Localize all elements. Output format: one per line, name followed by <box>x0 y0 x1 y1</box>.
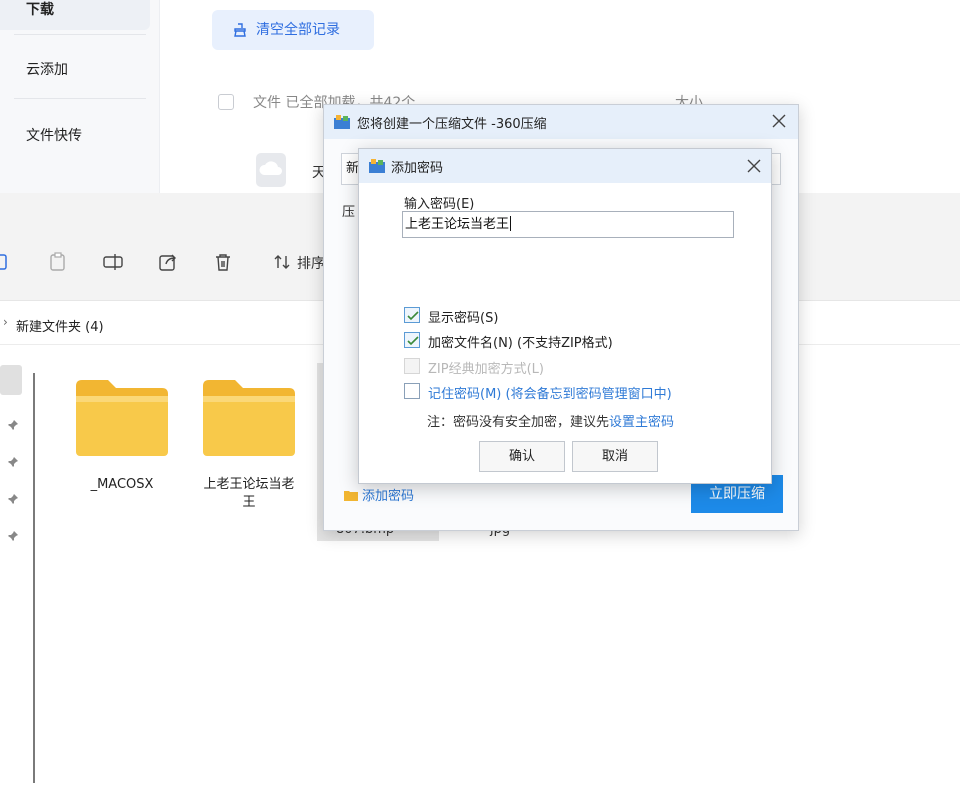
set-master-password-link[interactable]: 设置主密码 <box>609 415 674 430</box>
pin-icon <box>8 420 18 430</box>
encrypt-filenames-checkbox[interactable] <box>404 332 420 348</box>
close-icon[interactable] <box>770 112 788 130</box>
sidebar-item-download[interactable]: 下载 <box>0 0 150 30</box>
checkmark-icon <box>407 311 419 321</box>
password-input[interactable]: 上老王论坛当老王 <box>402 211 734 238</box>
folder-icon <box>203 380 295 456</box>
pin-icon <box>8 457 18 467</box>
show-password-checkbox[interactable] <box>404 307 420 323</box>
sort-icon <box>274 255 290 269</box>
add-password-label: 添加密码 <box>362 489 415 504</box>
download-sidebar: 下载 云添加 文件快传 <box>0 0 160 195</box>
folder-item[interactable]: _MACOSX <box>71 378 173 494</box>
cut-icon[interactable] <box>0 251 14 273</box>
sidebar-divider <box>14 34 146 35</box>
sidebar-item-file-transfer[interactable]: 文件快传 <box>0 116 150 156</box>
folder-icon <box>76 380 168 456</box>
nav-scrollbar[interactable] <box>33 373 35 783</box>
clear-all-records-button[interactable]: 清空全部记录 <box>212 10 374 50</box>
remember-password-label[interactable]: 记住密码(M) (将会备忘到密码管理窗口中) <box>428 383 672 402</box>
sidebar-divider <box>14 98 146 99</box>
remember-password-checkbox[interactable] <box>404 383 420 399</box>
pin-icon <box>8 531 18 541</box>
pin-icon <box>8 494 18 504</box>
navigation-pane <box>0 353 40 787</box>
confirm-button[interactable]: 确认 <box>479 441 565 472</box>
password-note-text: 注：密码没有安全加密，建议先 <box>427 415 610 430</box>
text-caret <box>510 216 512 231</box>
zip-classic-label: ZIP经典加密方式(L) <box>428 362 544 377</box>
add-password-dialog: 添加密码 输入密码(E) 上老王论坛当老王 显示密码(S) 加密文件名(N) (… <box>358 148 772 484</box>
rename-icon[interactable] <box>102 251 124 273</box>
paste-icon[interactable] <box>47 251 69 273</box>
encrypt-filenames-label: 加密文件名(N) (不支持ZIP格式) <box>428 336 613 351</box>
clear-all-records-label: 清空全部记录 <box>256 22 340 38</box>
folder-item[interactable]: 上老王论坛当老王 <box>198 378 300 512</box>
sidebar-item-cloud-add[interactable]: 云添加 <box>0 50 150 90</box>
folder-label: _MACOSX <box>90 477 154 492</box>
chevron-right-icon: › <box>3 315 8 329</box>
address-path: 新建文件夹 (4) <box>16 320 104 335</box>
password-value: 上老王论坛当老王 <box>405 217 510 232</box>
delete-icon[interactable] <box>212 251 234 273</box>
compress-dialog-titlebar[interactable]: 您将创建一个压缩文件 -360压缩 <box>324 105 798 139</box>
show-password-label: 显示密码(S) <box>428 311 499 326</box>
broom-icon <box>234 23 246 37</box>
archive-app-icon <box>369 159 385 173</box>
cloud-file-icon <box>256 153 286 187</box>
checkmark-icon <box>407 336 419 346</box>
cancel-button[interactable]: 取消 <box>572 441 658 472</box>
archive-app-icon <box>334 115 350 129</box>
compress-field-label: 压 <box>342 205 356 220</box>
close-icon[interactable] <box>745 157 763 175</box>
select-all-checkbox[interactable] <box>218 94 234 110</box>
password-dialog-titlebar[interactable]: 添加密码 <box>359 149 771 183</box>
folder-lock-icon <box>344 491 358 501</box>
nav-selected-item[interactable] <box>0 365 22 395</box>
password-dialog-title: 添加密码 <box>391 161 444 176</box>
zip-classic-checkbox <box>404 358 420 374</box>
compress-dialog-title: 您将创建一个压缩文件 -360压缩 <box>357 117 547 132</box>
sort-label: 排序 <box>297 256 325 272</box>
password-input-label: 输入密码(E) <box>404 197 475 212</box>
password-note: 注：密码没有安全加密，建议先设置主密码 <box>427 411 674 430</box>
share-icon[interactable] <box>157 251 179 273</box>
folder-label: 上老王论坛当老王 <box>203 477 295 510</box>
sort-button[interactable]: 排序 <box>273 253 325 273</box>
add-password-link[interactable]: 添加密码 <box>344 485 414 504</box>
